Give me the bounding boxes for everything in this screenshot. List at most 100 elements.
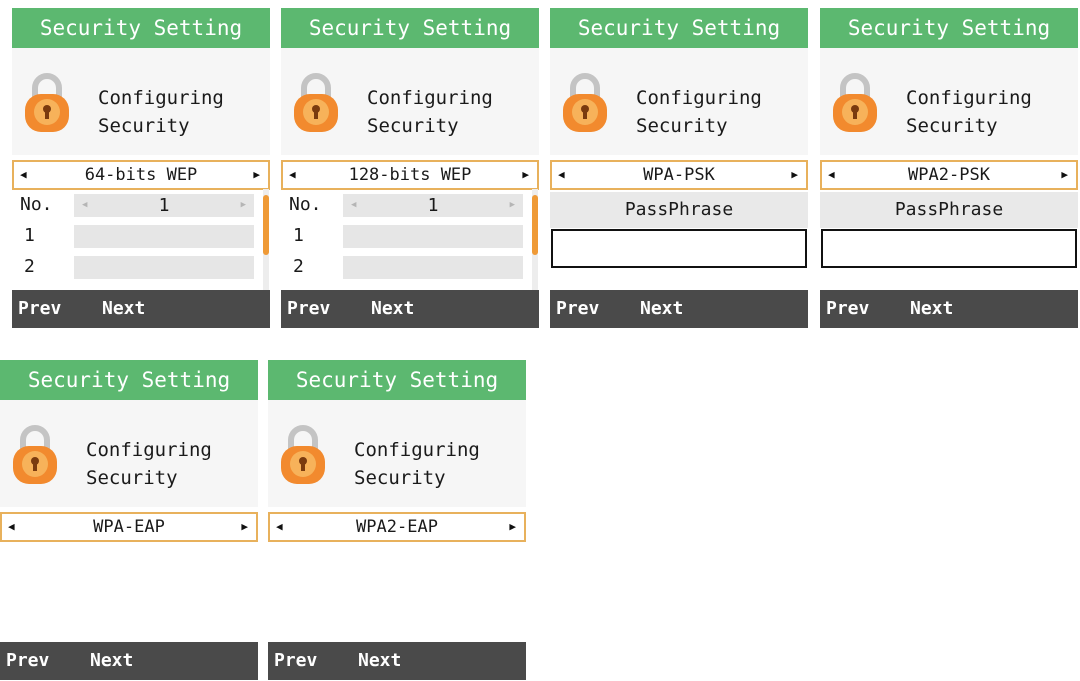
header-line-1: Configuring bbox=[367, 87, 493, 109]
next-button[interactable]: Next bbox=[371, 290, 414, 328]
key-1-input[interactable] bbox=[74, 225, 254, 248]
header-line-1: Configuring bbox=[86, 439, 212, 461]
right-arrow-icon[interactable]: ▶ bbox=[1061, 162, 1068, 188]
right-arrow-icon[interactable]: ▶ bbox=[510, 194, 515, 217]
security-mode-value: WPA2-EAP bbox=[356, 517, 438, 537]
softkey-bar: Prev Next bbox=[0, 642, 258, 680]
security-mode-selector[interactable]: ◀ WPA-PSK ▶ bbox=[550, 160, 808, 190]
prev-button[interactable]: Prev bbox=[287, 290, 330, 328]
key-no-label: No. bbox=[20, 194, 53, 215]
passphrase-label: PassPhrase bbox=[550, 192, 808, 228]
padlock-icon bbox=[281, 425, 325, 484]
key-1-label: 1 bbox=[24, 225, 35, 246]
header-text: Configuring Security bbox=[636, 84, 762, 140]
header-line-1: Configuring bbox=[98, 87, 224, 109]
softkey-bar: Prev Next bbox=[820, 290, 1078, 328]
screen-title: Security Setting bbox=[820, 8, 1078, 48]
header-area: Configuring Security bbox=[820, 48, 1078, 155]
scroll-thumb[interactable] bbox=[532, 195, 538, 255]
passphrase-input[interactable] bbox=[821, 229, 1077, 268]
key-2-input[interactable] bbox=[74, 256, 254, 279]
next-button[interactable]: Next bbox=[640, 290, 683, 328]
left-arrow-icon[interactable]: ◀ bbox=[20, 162, 27, 188]
screen-title: Security Setting bbox=[268, 360, 526, 400]
right-arrow-icon[interactable]: ▶ bbox=[253, 162, 260, 188]
right-arrow-icon[interactable]: ▶ bbox=[791, 162, 798, 188]
passphrase-label: PassPhrase bbox=[820, 192, 1078, 228]
wep-key-row-1: 1 bbox=[281, 222, 531, 250]
header-area: Configuring Security bbox=[550, 48, 808, 155]
header-text: Configuring Security bbox=[367, 84, 493, 140]
left-arrow-icon[interactable]: ◀ bbox=[8, 514, 15, 540]
header-line-2: Security bbox=[98, 115, 190, 137]
security-mode-value: WPA-EAP bbox=[93, 517, 165, 537]
padlock-icon bbox=[13, 425, 57, 484]
header-area: Configuring Security bbox=[0, 400, 258, 507]
prev-button[interactable]: Prev bbox=[556, 290, 599, 328]
screen-64bit-wep: Security Setting Configuring Security ◀ … bbox=[12, 8, 270, 328]
header-line-1: Configuring bbox=[354, 439, 480, 461]
passphrase-input[interactable] bbox=[551, 229, 807, 268]
left-arrow-icon[interactable]: ◀ bbox=[289, 162, 296, 188]
softkey-bar: Prev Next bbox=[12, 290, 270, 328]
left-arrow-icon[interactable]: ◀ bbox=[276, 514, 283, 540]
screen-wpa2-psk: Security Setting Configuring Security ◀ … bbox=[820, 8, 1078, 328]
next-button[interactable]: Next bbox=[102, 290, 145, 328]
key-1-input[interactable] bbox=[343, 225, 523, 248]
header-text: Configuring Security bbox=[86, 436, 212, 492]
header-text: Configuring Security bbox=[906, 84, 1032, 140]
key-2-label: 2 bbox=[24, 256, 35, 277]
padlock-icon bbox=[294, 73, 338, 132]
right-arrow-icon[interactable]: ▶ bbox=[522, 162, 529, 188]
right-arrow-icon[interactable]: ▶ bbox=[241, 194, 246, 217]
wep-key-no-row: No. ◀ 1 ▶ bbox=[281, 191, 531, 219]
key-1-label: 1 bbox=[293, 225, 304, 246]
security-mode-value: 64-bits WEP bbox=[84, 165, 198, 185]
security-mode-selector[interactable]: ◀ 64-bits WEP ▶ bbox=[12, 160, 270, 190]
key-no-value: 1 bbox=[427, 195, 439, 216]
key-no-selector[interactable]: ◀ 1 ▶ bbox=[74, 194, 254, 217]
left-arrow-icon[interactable]: ◀ bbox=[828, 162, 835, 188]
softkey-bar: Prev Next bbox=[281, 290, 539, 328]
scrollbar[interactable] bbox=[263, 189, 269, 292]
screen-wpa-eap: Security Setting Configuring Security ◀ … bbox=[0, 360, 258, 680]
security-mode-selector[interactable]: ◀ WPA-EAP ▶ bbox=[0, 512, 258, 542]
padlock-icon bbox=[25, 73, 69, 132]
prev-button[interactable]: Prev bbox=[826, 290, 869, 328]
screen-128bit-wep: Security Setting Configuring Security ◀ … bbox=[281, 8, 539, 328]
security-mode-value: 128-bits WEP bbox=[348, 165, 472, 185]
key-no-label: No. bbox=[289, 194, 322, 215]
wep-key-no-row: No. ◀ 1 ▶ bbox=[12, 191, 262, 219]
screen-wpa2-eap: Security Setting Configuring Security ◀ … bbox=[268, 360, 526, 680]
wep-key-row-2: 2 bbox=[281, 253, 531, 281]
header-line-1: Configuring bbox=[906, 87, 1032, 109]
right-arrow-icon[interactable]: ▶ bbox=[509, 514, 516, 540]
header-area: Configuring Security bbox=[12, 48, 270, 155]
header-line-2: Security bbox=[636, 115, 728, 137]
prev-button[interactable]: Prev bbox=[18, 290, 61, 328]
right-arrow-icon[interactable]: ▶ bbox=[241, 514, 248, 540]
header-line-2: Security bbox=[86, 467, 178, 489]
softkey-bar: Prev Next bbox=[550, 290, 808, 328]
prev-button[interactable]: Prev bbox=[274, 642, 317, 680]
left-arrow-icon[interactable]: ◀ bbox=[558, 162, 565, 188]
padlock-icon bbox=[563, 73, 607, 132]
next-button[interactable]: Next bbox=[358, 642, 401, 680]
next-button[interactable]: Next bbox=[910, 290, 953, 328]
scrollbar[interactable] bbox=[532, 189, 538, 292]
header-line-2: Security bbox=[367, 115, 459, 137]
prev-button[interactable]: Prev bbox=[6, 642, 49, 680]
wep-key-row-2: 2 bbox=[12, 253, 262, 281]
screen-title: Security Setting bbox=[281, 8, 539, 48]
security-mode-selector[interactable]: ◀ WPA2-PSK ▶ bbox=[820, 160, 1078, 190]
header-text: Configuring Security bbox=[354, 436, 480, 492]
key-2-input[interactable] bbox=[343, 256, 523, 279]
security-mode-selector[interactable]: ◀ WPA2-EAP ▶ bbox=[268, 512, 526, 542]
security-mode-selector[interactable]: ◀ 128-bits WEP ▶ bbox=[281, 160, 539, 190]
scroll-thumb[interactable] bbox=[263, 195, 269, 255]
key-no-selector[interactable]: ◀ 1 ▶ bbox=[343, 194, 523, 217]
softkey-bar: Prev Next bbox=[268, 642, 526, 680]
next-button[interactable]: Next bbox=[90, 642, 133, 680]
screen-wpa-psk: Security Setting Configuring Security ◀ … bbox=[550, 8, 808, 328]
screen-title: Security Setting bbox=[12, 8, 270, 48]
